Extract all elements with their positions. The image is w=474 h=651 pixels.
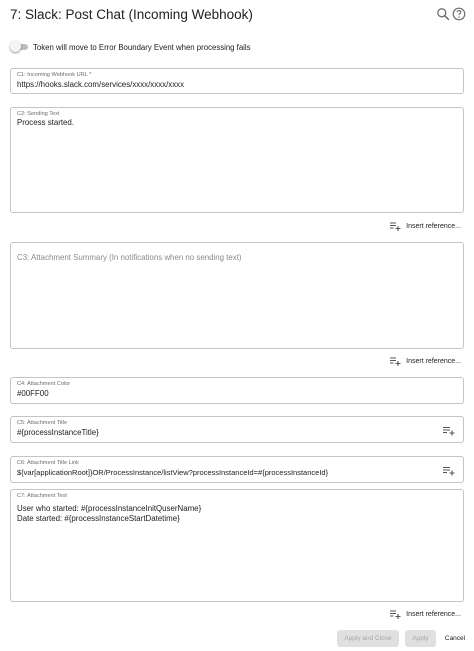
insert-reference-label: Insert reference... xyxy=(406,610,461,618)
attachment-title-link-value: ${var[applicationRoot]}OR/ProcessInstanc… xyxy=(17,468,329,477)
attachment-text-label: C7: Attachment Text xyxy=(17,493,67,499)
error-boundary-toggle[interactable] xyxy=(10,41,28,52)
insert-reference-icon xyxy=(390,221,401,231)
help-icon[interactable] xyxy=(452,7,466,21)
insert-reference-icon[interactable] xyxy=(443,466,455,476)
attachment-color-value: #00FF00 xyxy=(17,389,49,398)
insert-reference-icon[interactable] xyxy=(443,426,455,436)
error-boundary-toggle-row: Token will move to Error Boundary Event … xyxy=(10,40,251,54)
dialog-header: 7: Slack: Post Chat (Incoming Webhook) xyxy=(0,0,474,30)
sending-text-field[interactable]: C2: Sending Text Process started. xyxy=(10,107,464,213)
sending-text-label: C2: Sending Text xyxy=(17,111,60,117)
insert-reference-button[interactable]: Insert reference... xyxy=(390,609,461,619)
attachment-color-label: C4: Attachment Color xyxy=(17,381,71,387)
attachment-summary-field[interactable]: C3: Attachment Summary (In notifications… xyxy=(10,242,464,349)
webhook-url-field[interactable]: C1: Incoming Webhook URL * https://hooks… xyxy=(10,68,464,94)
webhook-url-label: C1: Incoming Webhook URL * xyxy=(17,72,92,78)
dialog-title: 7: Slack: Post Chat (Incoming Webhook) xyxy=(10,7,253,22)
attachment-text-value: User who started: #{processInstanceInitQ… xyxy=(17,504,202,523)
cancel-button[interactable]: Cancel xyxy=(440,630,470,647)
apply-and-close-button[interactable]: Apply and Close xyxy=(337,630,399,647)
sending-text-value: Process started. xyxy=(17,118,75,127)
attachment-color-field[interactable]: C4: Attachment Color #00FF00 xyxy=(10,377,464,404)
toggle-thumb xyxy=(10,41,21,52)
webhook-url-value: https://hooks.slack.com/services/xxxx/xx… xyxy=(17,80,185,89)
insert-reference-icon xyxy=(390,609,401,619)
insert-reference-label: Insert reference... xyxy=(406,222,461,230)
insert-reference-button[interactable]: Insert reference... xyxy=(390,356,461,366)
attachment-text-field[interactable]: C7: Attachment Text User who started: #{… xyxy=(10,489,464,602)
attachment-title-link-label: C6: Attachment Title Link xyxy=(17,460,79,466)
insert-reference-icon xyxy=(390,356,401,366)
insert-reference-button[interactable]: Insert reference... xyxy=(390,221,461,231)
error-boundary-toggle-label: Token will move to Error Boundary Event … xyxy=(33,42,251,52)
apply-button[interactable]: Apply xyxy=(405,630,436,647)
attachment-title-label: C5: Attachment Title xyxy=(17,420,68,426)
attachment-title-link-field[interactable]: C6: Attachment Title Link ${var[applicat… xyxy=(10,456,464,483)
attachment-title-value: #{processInstanceTitle} xyxy=(17,428,99,437)
attachment-title-field[interactable]: C5: Attachment Title #{processInstanceTi… xyxy=(10,416,464,443)
insert-reference-label: Insert reference... xyxy=(406,357,461,365)
attachment-summary-placeholder: C3: Attachment Summary (In notifications… xyxy=(17,253,242,262)
search-icon[interactable] xyxy=(436,7,450,21)
